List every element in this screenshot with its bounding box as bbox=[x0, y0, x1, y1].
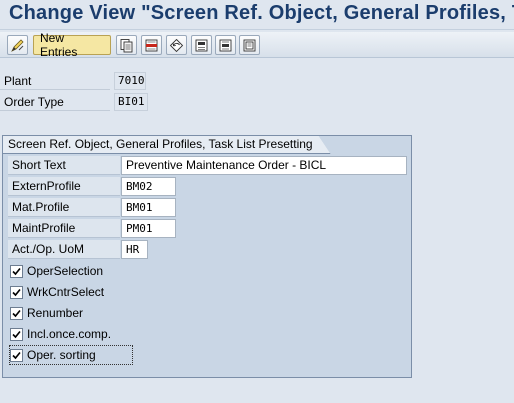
task-list-presetting-group: Screen Ref. Object, General Profiles, Ta… bbox=[2, 135, 412, 378]
select-block-icon bbox=[218, 38, 233, 53]
page-title: Change View "Screen Ref. Object, General… bbox=[9, 2, 514, 24]
application-toolbar: New Entries bbox=[0, 31, 514, 59]
order-type-value: BI01 bbox=[114, 93, 148, 111]
maint-profile-label: MaintProfile bbox=[8, 219, 120, 238]
copy-icon bbox=[119, 38, 134, 53]
edit-toggle-icon bbox=[10, 38, 25, 53]
deselect-all-icon bbox=[242, 38, 257, 53]
short-text-input[interactable]: Preventive Maintenance Order - BICL bbox=[121, 156, 407, 175]
select-block-button[interactable] bbox=[215, 35, 236, 55]
incl-once-comp-checkbox[interactable] bbox=[10, 327, 23, 341]
extern-profile-input[interactable]: BM02 bbox=[121, 177, 176, 196]
group-title: Screen Ref. Object, General Profiles, Ta… bbox=[3, 136, 331, 154]
new-entries-label: New Entries bbox=[40, 31, 78, 59]
renumber-checkbox-row[interactable]: Renumber bbox=[10, 304, 83, 322]
edit-toggle-button[interactable] bbox=[7, 35, 28, 55]
act-op-uom-input[interactable]: HR bbox=[121, 240, 148, 259]
title-bar: Change View "Screen Ref. Object, General… bbox=[0, 0, 514, 30]
incl-once-comp-checkbox-row[interactable]: Incl.once.comp. bbox=[10, 325, 111, 343]
undo-button[interactable] bbox=[166, 35, 187, 55]
delete-button[interactable] bbox=[141, 35, 162, 55]
copy-button[interactable] bbox=[116, 35, 137, 55]
select-all-icon bbox=[194, 38, 209, 53]
extern-profile-label: ExternProfile bbox=[8, 177, 120, 196]
mat-profile-input[interactable]: BM01 bbox=[121, 198, 176, 217]
oper-selection-label: OperSelection bbox=[27, 264, 104, 278]
undo-icon bbox=[169, 38, 184, 53]
oper-sorting-label: Oper. sorting bbox=[27, 348, 96, 362]
wrk-cntr-select-checkbox[interactable] bbox=[10, 285, 23, 299]
oper-selection-checkbox-row[interactable]: OperSelection bbox=[10, 262, 103, 280]
plant-label: Plant bbox=[0, 72, 110, 90]
oper-sorting-checkbox-row[interactable]: Oper. sorting bbox=[9, 345, 133, 365]
wrk-cntr-select-checkbox-row[interactable]: WrkCntrSelect bbox=[10, 283, 104, 301]
act-op-uom-label: Act./Op. UoM bbox=[8, 240, 120, 259]
oper-sorting-checkbox[interactable] bbox=[10, 348, 23, 362]
select-all-button[interactable] bbox=[191, 35, 212, 55]
deselect-all-button[interactable] bbox=[239, 35, 260, 55]
wrk-cntr-select-label: WrkCntrSelect bbox=[27, 285, 105, 299]
renumber-checkbox[interactable] bbox=[10, 306, 23, 320]
delete-icon bbox=[144, 38, 159, 53]
mat-profile-label: Mat.Profile bbox=[8, 198, 120, 217]
order-type-label: Order Type bbox=[0, 93, 110, 111]
maint-profile-input[interactable]: PM01 bbox=[121, 219, 176, 238]
new-entries-button[interactable]: New Entries bbox=[33, 31, 111, 59]
plant-value: 7010 bbox=[114, 72, 146, 90]
short-text-label: Short Text bbox=[8, 156, 120, 175]
oper-selection-checkbox[interactable] bbox=[10, 264, 23, 278]
incl-once-comp-label: Incl.once.comp. bbox=[27, 327, 112, 341]
renumber-label: Renumber bbox=[27, 306, 84, 320]
